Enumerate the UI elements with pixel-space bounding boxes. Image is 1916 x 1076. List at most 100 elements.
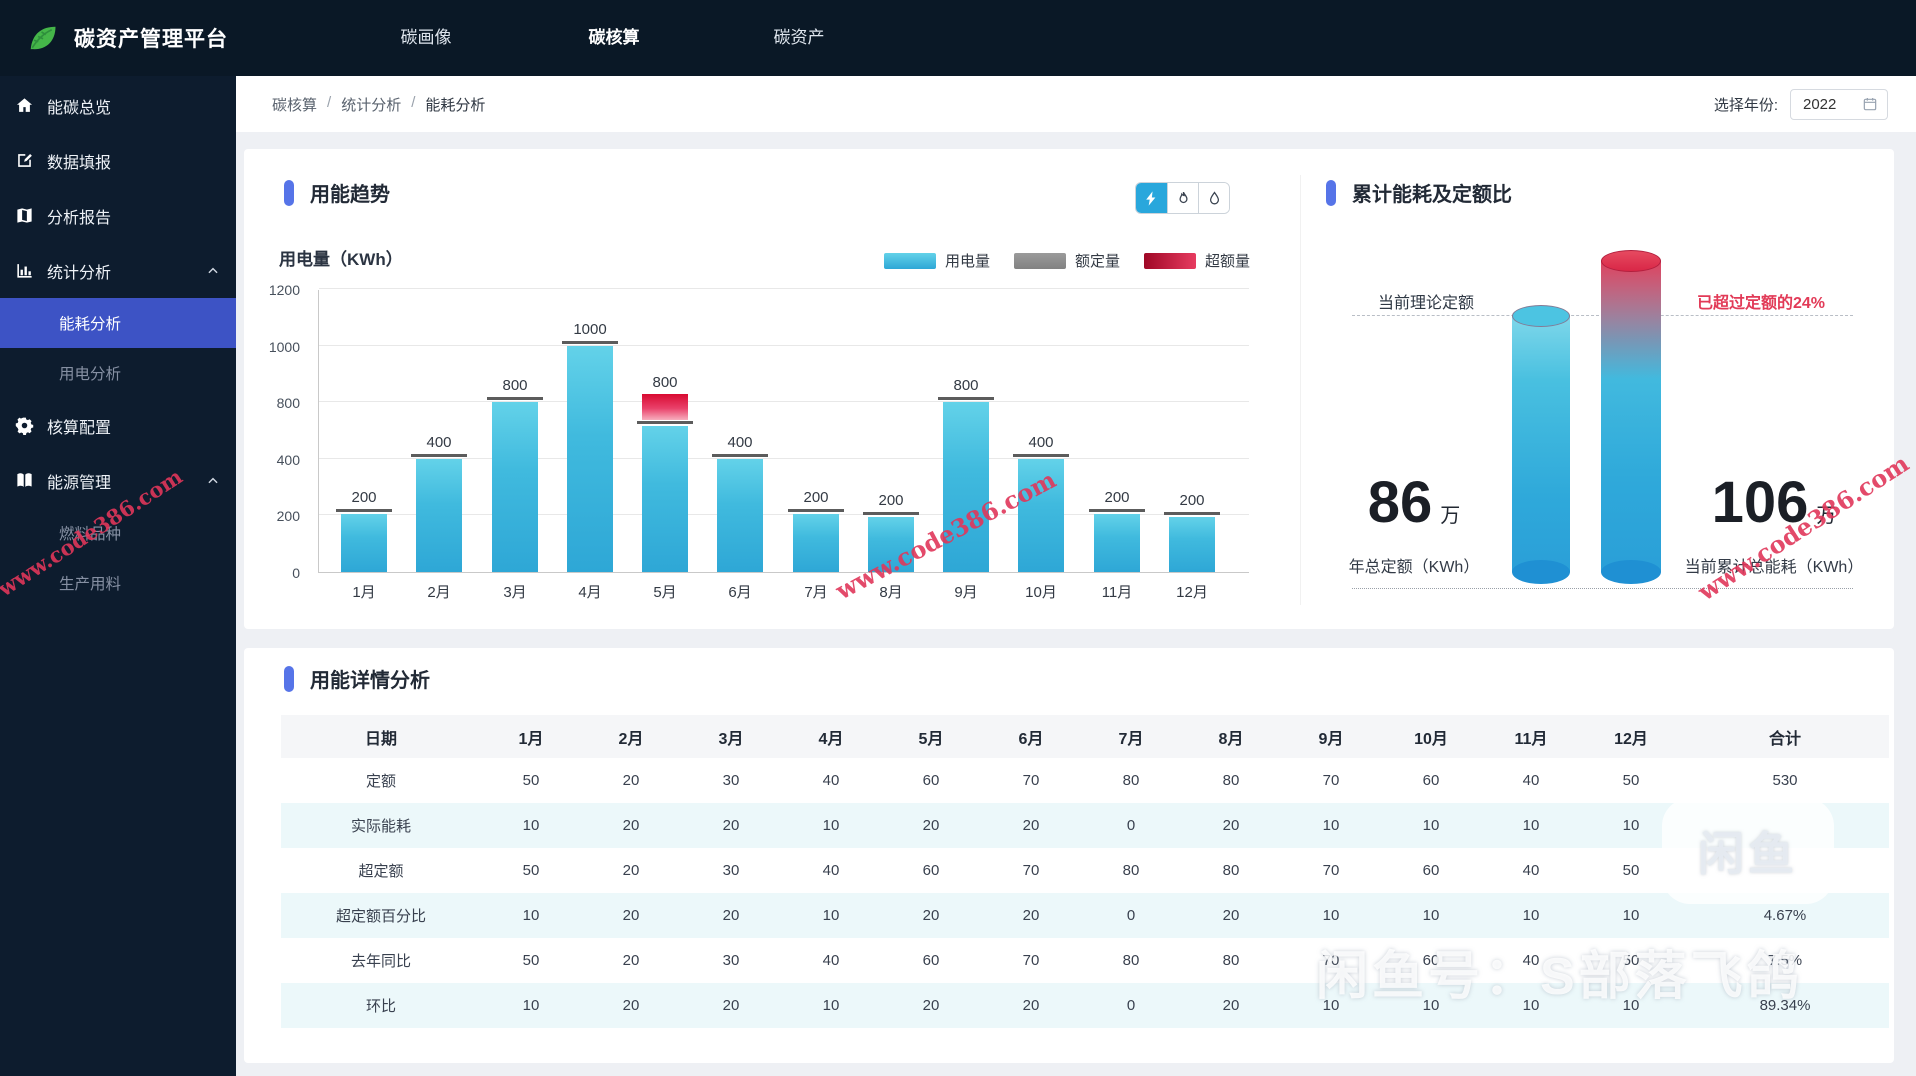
bar-value-label: 200 (1179, 492, 1205, 509)
legend-swatch-cyan (883, 252, 936, 269)
energy-trend-card: 用能趋势 用电量（KWh） 用电量 额定量 超额量 0 200 400 800 1000 12… (244, 149, 1894, 629)
sidebar-subitem[interactable]: 能耗分析 (0, 298, 236, 348)
bar-value-label: 400 (426, 434, 452, 451)
table-cell: 80 (1122, 862, 1140, 879)
consumption-bar (492, 402, 538, 572)
x-tick-label: 1月 (352, 584, 376, 601)
x-tick-label: 9月 (954, 584, 978, 601)
breadcrumb-item[interactable]: 统计分析 (341, 94, 401, 115)
bar-value-label: 200 (351, 489, 377, 506)
total-consumption-caption: 当前累计总能耗（KWh） (1684, 559, 1864, 576)
table-cell: 70 (1322, 772, 1340, 789)
table-cell: 60 (1422, 772, 1440, 789)
bar-value-label: 800 (652, 374, 678, 391)
total-consumption-value: 106 万 (1711, 470, 1837, 535)
x-tick-label: 11月 (1101, 584, 1133, 601)
bar-value-label: 200 (1104, 489, 1130, 506)
breadcrumb-item[interactable]: 碳核算 (272, 94, 317, 115)
breadcrumb-separator: / (327, 93, 332, 111)
sidebar-item-label: 统计分析 (47, 264, 112, 282)
column-header: 7月 (1081, 715, 1181, 758)
quota-cap-marker (938, 397, 994, 400)
column-header: 6月 (981, 715, 1081, 758)
table-cell: 60 (1422, 952, 1440, 969)
table-cell: 60 (922, 952, 940, 969)
year-picker: 选择年份: 2022 (1713, 88, 1888, 120)
table-row: 定额 50 20 30 40 60 70 80 80 70 60 40 50 530 (281, 758, 1889, 803)
flame-toggle-button[interactable] (1167, 183, 1198, 213)
table-cell: 10 (1622, 997, 1640, 1014)
top-nav-item-3[interactable]: 碳资产 (751, 0, 847, 76)
sidebar-item-label: 数据填报 (47, 154, 112, 172)
y-tick-label: 1200 (268, 282, 300, 298)
table-cell: 40 (1522, 772, 1540, 789)
year-label: 选择年份: (1713, 96, 1778, 114)
bar-value-label: 200 (878, 492, 904, 509)
drop-toggle-button[interactable] (1198, 183, 1229, 213)
x-tick-label: 2月 (427, 584, 451, 601)
legend-label: 额定量 (1074, 253, 1120, 270)
y-axis-title: 用电量（KWh） (279, 250, 403, 269)
table-cell: 40 (1522, 862, 1540, 879)
column-header: 9月 (1281, 715, 1381, 758)
column-header: 1月 (481, 715, 581, 758)
sidebar-item-2[interactable]: 数据填报 (0, 133, 236, 188)
x-tick-label: 4月 (578, 584, 602, 601)
sidebar-subitem[interactable]: 用电分析 (0, 348, 236, 398)
legend-label: 用电量 (944, 253, 990, 270)
legend-item[interactable]: 超额量 (1143, 250, 1250, 271)
x-tick-label: 12月 (1176, 584, 1208, 601)
x-tick-label: 7月 (804, 584, 828, 601)
table-cell: 20 (722, 997, 740, 1014)
consumption-bar (1094, 514, 1140, 572)
column-header: 3月 (681, 715, 781, 758)
year-input[interactable]: 2022 (1790, 88, 1888, 120)
consumption-bar (1018, 459, 1064, 572)
legend-item[interactable]: 额定量 (1013, 250, 1120, 271)
quota-cap-marker (788, 509, 844, 512)
row-total: 4.67% (1763, 907, 1807, 924)
row-total: 530 (1772, 772, 1798, 789)
consumption-bar (567, 346, 613, 572)
table-cell: 60 (922, 772, 940, 789)
top-nav-item-2[interactable]: 碳核算 (566, 0, 662, 76)
consumption-bar (416, 459, 462, 572)
quota-over-label: 已超过定额的24% (1697, 295, 1826, 312)
sidebar-item-1[interactable]: 能碳总览 (0, 78, 236, 133)
quota-title: 累计能耗及定额比 (1352, 184, 1512, 206)
consumption-bar (341, 514, 387, 572)
bar-group-6月: 400 6月 (712, 434, 768, 601)
sidebar-item-6[interactable]: 能源管理 (0, 453, 236, 508)
consumption-bar (868, 517, 914, 572)
sidebar-subitem[interactable]: 生产用料 (0, 558, 236, 608)
sidebar-item-4[interactable]: 统计分析 (0, 243, 236, 298)
bar-group-9月: 800 9月 (938, 377, 994, 601)
table-cell: 10 (1622, 907, 1640, 924)
bar-group-4月: 1000 4月 (562, 321, 618, 601)
y-tick-label: 400 (276, 452, 300, 468)
table-cell: 60 (922, 862, 940, 879)
row-total: 7.5% (1767, 952, 1803, 969)
breadcrumb: 碳核算 / 统计分析 / 能耗分析 (272, 94, 485, 115)
detail-card: 用能详情分析 日期 1月 2月 3月 4月 5月 6月 7月 8月 9月 10月 11月 12月 合计 定额… (244, 648, 1894, 1063)
sidebar-item-3[interactable]: 分析报告 (0, 188, 236, 243)
row-label: 超定额 (358, 863, 404, 880)
row-label: 去年同比 (350, 953, 411, 970)
consumption-bar (793, 514, 839, 572)
bolt-toggle-button[interactable] (1136, 183, 1167, 213)
legend-item[interactable]: 用电量 (883, 250, 990, 271)
breadcrumb-item[interactable]: 能耗分析 (425, 94, 485, 115)
report-icon (15, 206, 35, 225)
column-header: 12月 (1581, 715, 1681, 758)
table-cell: 10 (522, 997, 540, 1014)
sidebar-subitem[interactable]: 燃料品种 (0, 508, 236, 558)
sidebar-item-5[interactable]: 核算配置 (0, 398, 236, 453)
row-total (1681, 803, 1889, 848)
top-nav-item-1[interactable]: 碳画像 (378, 0, 474, 76)
y-tick-label: 800 (276, 395, 300, 411)
legend-swatch-red (1143, 252, 1196, 269)
main-content: 碳核算 / 统计分析 / 能耗分析 选择年份: 2022 用能趋势 用电量（KWh） 用… (236, 76, 1916, 1076)
table-cell: 10 (822, 997, 840, 1014)
edit-icon (15, 151, 35, 170)
leaf-logo-icon (24, 20, 60, 56)
